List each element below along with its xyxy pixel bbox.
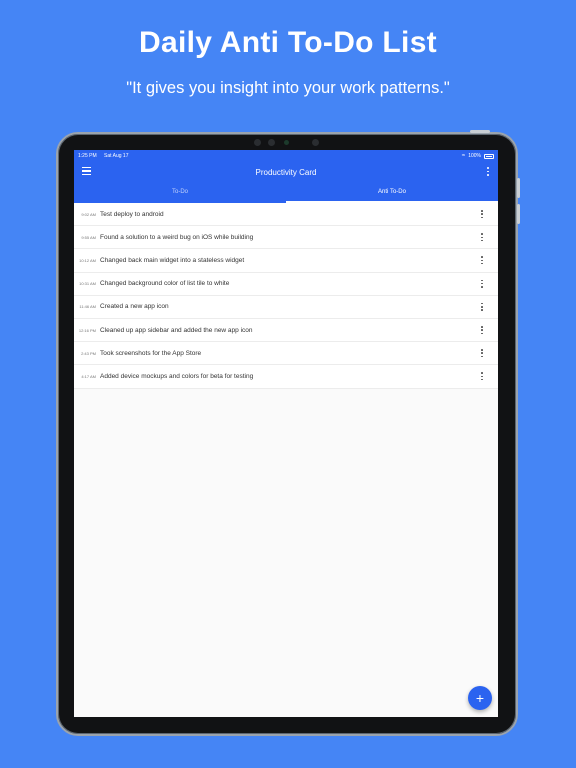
wifi-icon: ≈ — [461, 153, 466, 159]
item-text: Added device mockups and colors for beta… — [100, 372, 254, 380]
toolbar: Productivity Card — [74, 162, 498, 182]
add-item-button[interactable]: + — [468, 686, 492, 710]
list-item[interactable]: 9:02 AM Test deploy to android — [74, 203, 498, 227]
list-item[interactable]: 2:43 PM Took screenshots for the App Sto… — [74, 342, 498, 366]
app-title: Productivity Card — [255, 167, 317, 177]
item-text: Took screenshots for the App Store — [100, 349, 202, 357]
anti-todo-list: 9:02 AM Test deploy to android 9:55 AM F… — [74, 203, 498, 389]
top-button — [470, 130, 490, 133]
item-text: Changed background color of list tile to… — [100, 280, 230, 288]
item-time: 12:16 PM — [78, 327, 96, 333]
item-more-icon[interactable] — [480, 279, 484, 288]
item-text: Test deploy to android — [100, 210, 164, 218]
item-more-icon[interactable] — [480, 233, 484, 242]
list-item[interactable]: 9:55 AM Found a solution to a weird bug … — [74, 226, 498, 250]
list-item[interactable]: 10:12 AM Changed back main widget into a… — [74, 249, 498, 273]
list-item[interactable]: 10:31 AM Changed background color of lis… — [74, 273, 498, 296]
tab-anti-todo[interactable]: Anti To-Do — [286, 182, 498, 203]
camera-lens-icon — [284, 140, 289, 145]
volume-button — [517, 178, 520, 198]
status-time: 1:25 PM — [78, 153, 97, 159]
tab-todo[interactable]: To-Do — [74, 182, 286, 203]
volume-button — [517, 204, 520, 224]
item-more-icon[interactable] — [480, 256, 484, 265]
plus-icon: + — [475, 690, 485, 706]
item-time: 4:17 AM — [81, 373, 96, 379]
list-item[interactable]: 4:17 AM Added device mockups and colors … — [74, 365, 498, 389]
more-options-icon[interactable] — [486, 167, 490, 176]
item-text: Changed back main widget into a stateles… — [100, 256, 245, 264]
list-item[interactable]: 12:16 PM Cleaned up app sidebar and adde… — [74, 319, 498, 343]
item-more-icon[interactable] — [480, 349, 484, 358]
item-time: 2:43 PM — [81, 350, 96, 356]
item-more-icon[interactable] — [480, 326, 484, 335]
item-text: Cleaned up app sidebar and added the new… — [100, 326, 253, 334]
item-more-icon[interactable] — [480, 302, 484, 311]
item-time: 10:12 AM — [79, 257, 96, 263]
item-time: 11:46 AM — [79, 304, 96, 310]
battery-icon — [484, 153, 494, 159]
battery-percent: 100% — [468, 153, 481, 159]
status-date: Sat Aug 17 — [104, 153, 129, 159]
list-item[interactable]: 11:46 AM Created a new app icon — [74, 296, 498, 319]
item-text: Created a new app icon — [100, 303, 169, 311]
promo-subline: "It gives you insight into your work pat… — [126, 79, 450, 97]
item-time: 9:55 AM — [81, 234, 96, 240]
camera-sensor-icon — [312, 139, 319, 146]
menu-icon[interactable] — [82, 167, 91, 175]
item-text: Found a solution to a weird bug on iOS w… — [100, 233, 254, 241]
tab-bar: To-Do Anti To-Do — [74, 182, 498, 203]
camera-sensor-icon — [268, 139, 275, 146]
app-screen: 1:25 PM Sat Aug 17 ≈ 100% Productivity C… — [74, 150, 498, 717]
item-time: 9:02 AM — [81, 211, 96, 217]
status-bar: 1:25 PM Sat Aug 17 ≈ 100% — [74, 150, 498, 162]
camera-sensor-icon — [254, 139, 261, 146]
item-more-icon[interactable] — [480, 372, 484, 381]
item-time: 10:31 AM — [79, 281, 96, 287]
promo-headline: Daily Anti To-Do List — [139, 26, 437, 59]
app-bar: 1:25 PM Sat Aug 17 ≈ 100% Productivity C… — [74, 150, 498, 203]
item-more-icon[interactable] — [480, 210, 484, 219]
